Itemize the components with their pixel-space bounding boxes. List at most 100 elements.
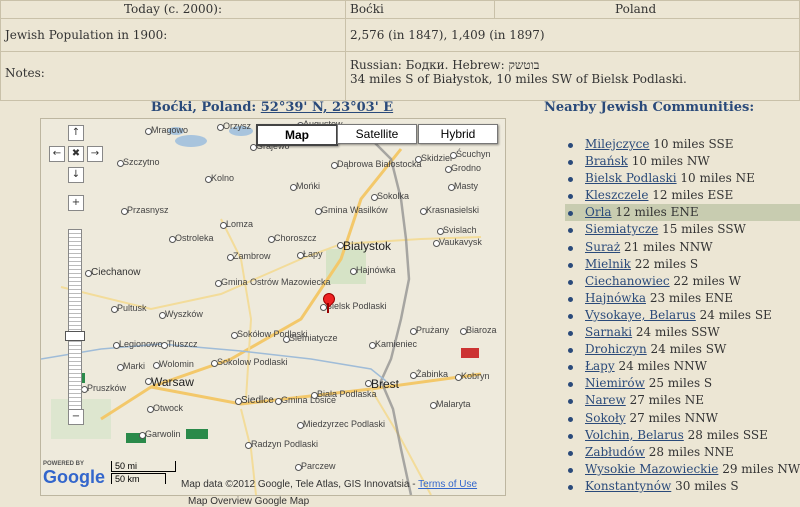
nearby-community-item: Bielsk Podlaski 10 miles NE — [565, 170, 800, 187]
community-distance: 25 miles S — [644, 376, 713, 391]
city-label: Grodno — [451, 163, 482, 173]
nearby-community-item: Vysokaye, Belarus 24 miles SE — [565, 307, 800, 324]
community-distance: 15 miles SSW — [658, 222, 746, 237]
city-label: Kobryn — [461, 371, 490, 381]
community-link[interactable]: Mielnik — [585, 257, 631, 271]
community-distance: 27 miles NNW — [625, 410, 718, 425]
nearby-community-item: Orla 12 miles ENE — [565, 204, 800, 222]
city-label: Szczytno — [123, 157, 160, 167]
community-link[interactable]: Suraż — [585, 240, 620, 254]
today-country: Poland — [494, 0, 800, 19]
community-distance: 22 miles W — [669, 273, 741, 288]
community-link[interactable]: Konstantynów — [585, 479, 671, 493]
notes-value: Russian: Бодки. Hebrew: בוטשק 34 miles S… — [345, 51, 800, 101]
community-link[interactable]: Sokoły — [585, 411, 626, 425]
city-label: Sokolow Podlaski — [217, 357, 288, 367]
nearby-community-item: Sokoły 27 miles NNW — [565, 410, 800, 427]
notes-label: Notes: — [0, 51, 346, 101]
map-header: Boćki, Poland: 52°39' N, 23°03' E — [40, 100, 504, 115]
google-map[interactable]: OrzyszAugustowMragowoGrajewoSzczytnoSkid… — [40, 118, 506, 496]
pan-center-icon[interactable]: ✖ — [68, 146, 84, 162]
community-link[interactable]: Volchin, Belarus — [585, 428, 684, 442]
location-marker-stem — [327, 303, 329, 313]
nearby-community-item: Drohiczyn 24 miles SW — [565, 341, 800, 358]
community-link[interactable]: Bielsk Podlaski — [585, 171, 677, 185]
city-label: Siedlce — [241, 395, 274, 406]
city-label: Pultusk — [117, 303, 147, 313]
terms-of-use-link[interactable]: Terms of Use — [418, 479, 477, 490]
google-logo[interactable]: POWERED BY Google — [43, 461, 105, 488]
community-link[interactable]: Brańsk — [585, 154, 628, 168]
community-link[interactable]: Sarnaki — [585, 325, 632, 339]
community-link[interactable]: Siemiatycze — [585, 222, 658, 236]
city-label: Svislach — [443, 225, 477, 235]
map-type-satellite-button[interactable]: Satellite — [337, 124, 417, 144]
community-distance: 28 miles NNE — [644, 444, 734, 459]
scale-miles: 50 mi — [111, 461, 176, 472]
city-label: Garwolin — [145, 429, 181, 439]
community-link[interactable]: Milejczyce — [585, 137, 649, 151]
community-link[interactable]: Orla — [585, 205, 612, 219]
city-label: Lomza — [226, 219, 254, 229]
city-label: Gmina Ostrów Mazowiecka — [221, 277, 331, 287]
community-link[interactable]: Narew — [585, 393, 626, 407]
city-label: Wyszków — [165, 309, 203, 319]
pan-left-icon[interactable]: ← — [49, 146, 65, 162]
nearby-community-item: Łapy 24 miles NNW — [565, 358, 800, 375]
nearby-communities-list: Milejczyce 10 miles SSE Brańsk 10 miles N… — [565, 136, 800, 495]
community-distance: 23 miles ENE — [646, 290, 734, 305]
community-distance: 24 miles SW — [646, 342, 727, 357]
community-distance: 10 miles SSE — [649, 137, 734, 151]
community-link[interactable]: Drohiczyn — [585, 342, 647, 356]
city-label: Gmina Wasilków — [321, 205, 388, 215]
community-distance: 28 miles SSE — [683, 427, 768, 442]
city-label: Przasnysz — [127, 205, 169, 215]
community-link[interactable]: Wysokie Mazowieckie — [585, 462, 718, 476]
map-scale: 50 mi 50 km — [111, 461, 176, 485]
map-view-radio[interactable]: Map Overview Google Map — [188, 496, 309, 507]
nearby-community-item: Volchin, Belarus 28 miles SSE — [565, 427, 800, 444]
nearby-community-item: Brańsk 10 miles NW — [565, 153, 800, 170]
city-label: Zambrow — [233, 251, 271, 261]
community-link[interactable]: Łapy — [585, 359, 615, 373]
community-link[interactable]: Vysokaye, Belarus — [585, 308, 696, 322]
zoom-out-icon[interactable]: − — [68, 409, 84, 425]
city-label: Malaryta — [436, 399, 471, 409]
city-label: Ostroleka — [175, 233, 214, 243]
map-type-map-button[interactable]: Map — [256, 124, 338, 146]
community-link[interactable]: Hajnówka — [585, 291, 646, 305]
notes-line-2: 34 miles S of Białystok, 10 miles SW of … — [350, 72, 687, 86]
nearby-community-item: Narew 27 miles NE — [565, 392, 800, 409]
community-distance: 27 miles NE — [625, 393, 705, 408]
pan-right-icon[interactable]: → — [87, 146, 103, 162]
community-link[interactable]: Kleszczele — [585, 188, 648, 202]
coordinates-link[interactable]: 52°39' N, 23°03' E — [261, 100, 393, 115]
nearby-community-item: Mielnik 22 miles S — [565, 256, 800, 273]
city-label: Choroszcz — [274, 233, 317, 243]
nearby-community-item: Wysokie Mazowieckie 29 miles NW — [565, 461, 800, 478]
population-label: Jewish Population in 1900: — [0, 18, 346, 52]
nearby-community-item: Kleszczele 12 miles ESE — [565, 187, 800, 204]
city-label: Hajnówka — [356, 265, 396, 275]
pan-up-icon[interactable]: ↑ — [68, 125, 84, 141]
pan-down-icon[interactable]: ↓ — [68, 167, 84, 183]
community-link[interactable]: Niemirów — [585, 376, 645, 390]
map-type-hybrid-button[interactable]: Hybrid — [418, 124, 498, 144]
notes-row: Notes: Russian: Бодки. Hebrew: בוטשק 34 … — [0, 51, 800, 101]
community-link[interactable]: Ciechanowiec — [585, 274, 670, 288]
community-distance: 24 miles SSW — [632, 325, 720, 340]
nearby-community-item: Ciechanowiec 22 miles W — [565, 273, 800, 290]
city-label: Legionowo — [119, 339, 163, 349]
city-label: Warsaw — [151, 375, 194, 389]
zoom-slider-handle[interactable] — [65, 331, 85, 341]
zoom-in-icon[interactable]: + — [68, 195, 84, 211]
nearby-community-item: Suraż 21 miles NNW — [565, 239, 800, 256]
zoom-slider[interactable] — [68, 229, 82, 411]
city-label: Mragowo — [151, 125, 189, 135]
community-link[interactable]: Zabłudów — [585, 445, 645, 459]
city-label: Orzysz — [223, 121, 251, 131]
nearby-community-item: Siemiatycze 15 miles SSW — [565, 221, 800, 238]
city-label: Vaukavysk — [439, 237, 482, 247]
nearby-community-item: Niemirów 25 miles S — [565, 375, 800, 392]
community-distance: 24 miles NNW — [614, 359, 708, 374]
